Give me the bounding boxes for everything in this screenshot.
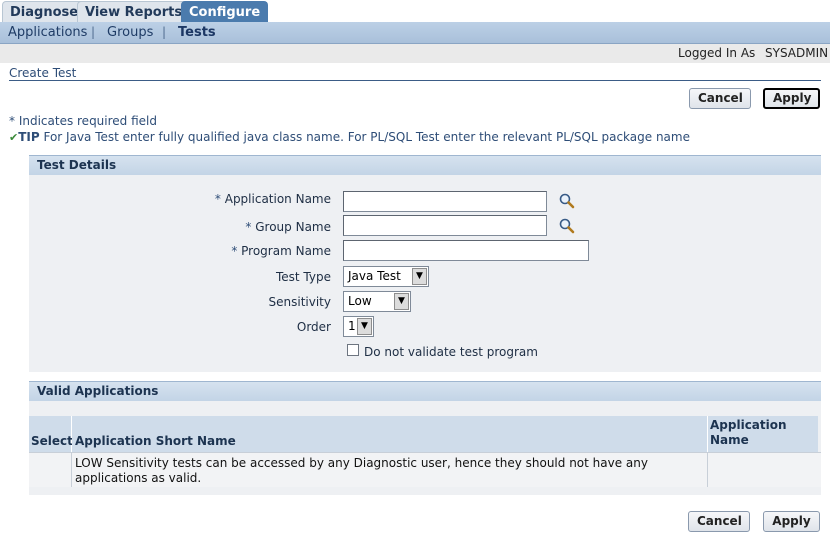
chevron-down-icon[interactable]: ▼: [394, 293, 409, 310]
group-name-input[interactable]: [343, 215, 547, 236]
tab-view-reports[interactable]: View Reports: [77, 1, 191, 22]
program-name-label: * Program Name: [31, 244, 331, 258]
main-tab-bar: Diagnose View Reports Configure: [0, 0, 830, 22]
order-value: 1: [348, 319, 356, 333]
column-header-select: Select: [29, 416, 73, 452]
valid-applications-heading: Valid Applications: [29, 381, 821, 401]
tip-text: ✔TIP For Java Test enter fully qualified…: [9, 130, 690, 144]
search-icon[interactable]: [558, 192, 576, 210]
required-marker: *: [245, 220, 252, 234]
sub-navigation: Applications | Groups | Tests: [0, 22, 830, 44]
no-validate-checkbox[interactable]: [347, 344, 359, 356]
group-name-label-text: Group Name: [255, 220, 331, 234]
test-type-value: Java Test: [348, 269, 401, 283]
page-title: Create Test: [9, 66, 77, 80]
table-message-cell: LOW Sensitivity tests can be accessed by…: [72, 452, 708, 487]
tip-label: TIP: [18, 130, 40, 144]
tip-message: For Java Test enter fully qualified java…: [39, 130, 690, 144]
group-name-label: * Group Name: [31, 220, 331, 234]
test-type-select[interactable]: Java Test ▼: [343, 266, 429, 287]
column-header-short-name: Application Short Name: [72, 416, 708, 452]
title-divider: [9, 80, 821, 81]
test-type-label: Test Type: [275, 270, 331, 284]
column-header-application-name: Application Name: [708, 416, 818, 452]
sensitivity-select[interactable]: Low ▼: [343, 291, 411, 312]
subnav-separator: |: [91, 25, 96, 39]
order-label: Order: [296, 320, 331, 334]
tab-configure[interactable]: Configure: [181, 1, 269, 22]
program-name-input[interactable]: [343, 240, 589, 261]
cancel-button-top[interactable]: Cancel: [689, 88, 751, 109]
required-marker: *: [214, 192, 221, 206]
apply-button-bottom[interactable]: Apply: [763, 511, 820, 532]
apply-button-top[interactable]: Apply: [763, 88, 820, 109]
application-name-label: * Application Name: [31, 192, 331, 206]
sensitivity-value: Low: [348, 294, 372, 308]
login-bar: Logged In As SYSADMIN: [0, 44, 830, 63]
program-name-label-text: Program Name: [241, 244, 331, 258]
tip-check-icon: ✔: [9, 131, 19, 144]
subnav-tests[interactable]: Tests: [178, 25, 216, 40]
cancel-button-bottom[interactable]: Cancel: [688, 511, 750, 532]
application-name-label-text: Application Name: [224, 192, 331, 206]
table-cell-application-name: [708, 452, 821, 487]
table-cell-select: [29, 452, 72, 487]
chevron-down-icon[interactable]: ▼: [412, 268, 427, 285]
chevron-down-icon[interactable]: ▼: [357, 318, 372, 335]
no-validate-label: Do not validate test program: [364, 345, 538, 359]
logged-in-user: SYSADMIN: [765, 46, 829, 60]
required-marker: *: [231, 244, 238, 258]
application-name-input[interactable]: [343, 191, 547, 212]
test-details-heading: Test Details: [29, 155, 821, 175]
subnav-groups[interactable]: Groups: [107, 25, 153, 40]
tab-diagnose[interactable]: Diagnose: [2, 1, 87, 22]
subnav-applications[interactable]: Applications: [8, 25, 87, 40]
subnav-separator: |: [162, 25, 167, 39]
order-select[interactable]: 1 ▼: [343, 316, 374, 337]
required-field-note: * Indicates required field: [9, 114, 158, 128]
logged-in-label: Logged In As: [678, 46, 756, 60]
search-icon[interactable]: [558, 217, 576, 235]
sensitivity-label: Sensitivity: [268, 295, 331, 309]
